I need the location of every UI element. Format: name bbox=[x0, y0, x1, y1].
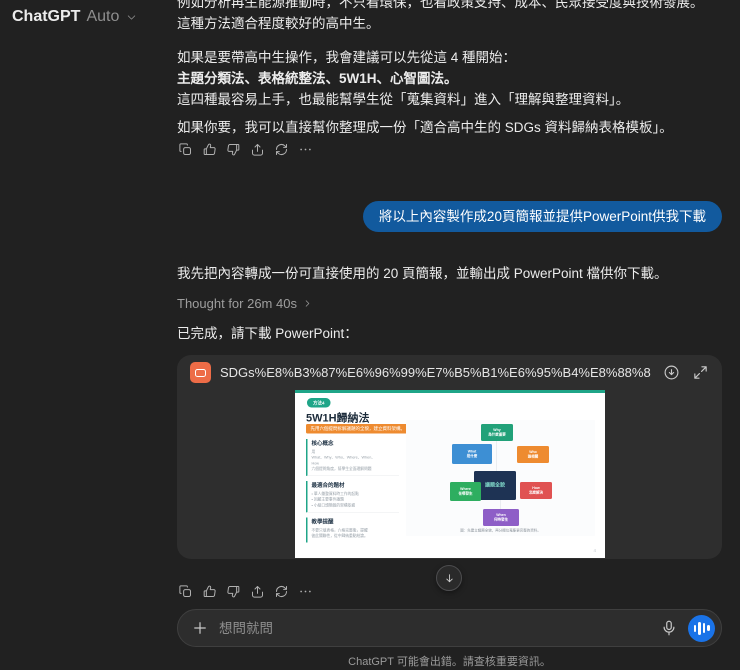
slide-5w1h-diagram: Why 為什麼重要 What 是什麼 Who 誰相關 議題全貌 Where 在哪… bbox=[405, 420, 595, 536]
copy-icon[interactable] bbox=[178, 142, 193, 157]
slide-section: 教學提醒 不要只填表格，六格完整後，提醒 彼此關聯性，從中歸納重點結論。 bbox=[305, 517, 399, 543]
share-icon[interactable] bbox=[250, 584, 265, 599]
message-line: 例如分析再生能源推動時，不只看環保，也看政策支持、成本、民眾接受度與技術發展。 bbox=[177, 0, 704, 10]
diagram-box-who: Who 誰相關 bbox=[516, 446, 549, 463]
thumbs-down-icon[interactable] bbox=[226, 584, 241, 599]
chevron-down-icon bbox=[128, 14, 136, 20]
message-line: 如果你要，我可以直接幫你整理成一份「適合高中生的 SDGs 資料歸納表格模板」。 bbox=[177, 120, 673, 135]
regenerate-icon[interactable] bbox=[274, 142, 289, 157]
thumbs-down-icon[interactable] bbox=[226, 142, 241, 157]
expand-icon[interactable] bbox=[692, 364, 709, 381]
message-line: 這四種最容易上手，也最能幫學生從「蒐集資料」進入「理解與整理資料」。 bbox=[177, 92, 630, 107]
brand-label: ChatGPT bbox=[12, 8, 81, 25]
assistant-message-2-done: 已完成，請下載 PowerPoint： bbox=[177, 323, 722, 344]
message-line-bold: 主題分類法、表格統整法、5W1H、心智圖法。 bbox=[177, 71, 458, 86]
assistant-message-1-p1: 例如分析再生能源推動時，不只看環保，也看政策支持、成本、民眾接受度與技術發展。 … bbox=[177, 0, 722, 34]
scroll-to-bottom-button[interactable] bbox=[436, 565, 462, 591]
regenerate-icon[interactable] bbox=[274, 584, 289, 599]
file-card-header: SDGs%E8%B3%87%E6%96%99%E7%B5%B1%E6%95%B4… bbox=[177, 355, 722, 390]
slide-top-strip bbox=[294, 390, 605, 393]
more-options-icon[interactable] bbox=[298, 142, 313, 157]
slide-section-body: 用 What、Why、Who、Where、When、 How 六個提問角度，幫學… bbox=[311, 449, 375, 471]
slide-section-heading: 最適合的題材 bbox=[311, 482, 344, 489]
slide-left-column: 核心概念 用 What、Why、Who、Where、When、 How 六個提問… bbox=[305, 439, 399, 548]
voice-mode-button[interactable] bbox=[688, 614, 715, 642]
download-icon[interactable] bbox=[663, 364, 680, 381]
share-icon[interactable] bbox=[250, 142, 265, 157]
message-line: 如果是要帶高中生操作，我會建議可以先從這 4 種開始： bbox=[177, 50, 517, 65]
file-name: SDGs%E8%B3%87%E6%96%99%E7%B5%B1%E6%95%B4… bbox=[220, 365, 651, 380]
slide-preview-image[interactable]: 方法4 5W1H歸納法 先用六個提問拆解議題的全貌，建立資料架構。 核心概念 用… bbox=[294, 390, 605, 558]
arrow-down-icon bbox=[445, 573, 453, 582]
diagram-box-where: Where 在哪發生 bbox=[449, 482, 481, 501]
model-switcher[interactable]: ChatGPT Auto bbox=[12, 8, 138, 26]
file-preview-area: 方法4 5W1H歸納法 先用六個提問拆解議題的全貌，建立資料架構。 核心概念 用… bbox=[177, 390, 722, 559]
slide-section-body: 不要只填表格，六格完整後，提醒 彼此關聯性，從中歸納重點結論。 bbox=[311, 527, 368, 538]
thought-duration-toggle[interactable]: Thought for 26m 40s bbox=[177, 296, 313, 311]
diagram-box-why: Why 為什麼重要 bbox=[480, 424, 513, 441]
slide: 方法4 5W1H歸納法 先用六個提問拆解議題的全貌，建立資料架構。 核心概念 用… bbox=[294, 390, 605, 558]
composer-bar bbox=[177, 609, 722, 647]
slide-method-badge: 方法4 bbox=[306, 398, 331, 408]
diagram-box-when: When 何時發生 bbox=[482, 509, 519, 526]
attach-plus-icon[interactable] bbox=[191, 619, 209, 637]
slide-title: 5W1H歸納法 bbox=[305, 411, 370, 425]
thumbs-up-icon[interactable] bbox=[202, 584, 217, 599]
slide-section-heading: 教學提醒 bbox=[311, 518, 333, 525]
slide-section-body: • 單人彙整資料時工作的起點 • 回顧主要事件議題 • 小組口頭簡報的架構依據 bbox=[311, 491, 359, 508]
message-actions-row bbox=[178, 142, 313, 157]
powerpoint-file-icon bbox=[190, 362, 211, 383]
chevron-right-icon bbox=[305, 300, 310, 307]
copy-icon[interactable] bbox=[178, 584, 193, 599]
user-message-bubble: 將以上內容製作成20頁簡報並提供PowerPoint供我下載 bbox=[362, 201, 722, 232]
message-line: 已完成，請下載 PowerPoint： bbox=[177, 326, 358, 341]
assistant-message-2-intro: 我先把內容轉成一份可直接使用的 20 頁簡報，並輸出成 PowerPoint 檔… bbox=[177, 263, 722, 284]
diagram-connector bbox=[496, 441, 497, 472]
thought-duration-label: Thought for 26m 40s bbox=[177, 296, 297, 311]
file-attachment-card: SDGs%E8%B3%87%E6%96%99%E7%B5%B1%E6%95%B4… bbox=[177, 355, 722, 559]
model-label: Auto bbox=[86, 8, 120, 25]
slide-section-heading: 核心概念 bbox=[311, 440, 333, 447]
thumbs-up-icon[interactable] bbox=[202, 142, 217, 157]
microphone-icon[interactable] bbox=[660, 619, 678, 637]
slide-page-number: 4 bbox=[592, 548, 596, 553]
user-message: 將以上內容製作成20頁簡報並提供PowerPoint供我下載 bbox=[362, 201, 722, 232]
more-options-icon[interactable] bbox=[298, 584, 313, 599]
diagram-box-how: How 怎麼解決 bbox=[519, 482, 552, 499]
diagram-box-what: What 是什麼 bbox=[451, 444, 492, 464]
assistant-message-1-p3: 如果你要，我可以直接幫你整理成一份「適合高中生的 SDGs 資料歸納表格模板」。 bbox=[177, 117, 722, 138]
slide-section: 核心概念 用 What、Why、Who、Where、When、 How 六個提問… bbox=[305, 439, 399, 476]
assistant-message-1-p2: 如果是要帶高中生操作，我會建議可以先從這 4 種開始： 主題分類法、表格統整法、… bbox=[177, 47, 722, 110]
message-actions-row bbox=[178, 584, 313, 599]
message-input[interactable] bbox=[219, 620, 650, 636]
slide-section: 最適合的題材 • 單人彙整資料時工作的起點 • 回顧主要事件議題 • 小組口頭簡… bbox=[305, 481, 399, 513]
message-line: 我先把內容轉成一份可直接使用的 20 頁簡報，並輸出成 PowerPoint 檔… bbox=[177, 266, 668, 281]
message-line: 這種方法適合程度較好的高中生。 bbox=[177, 16, 380, 31]
diagram-caption: 圖：先建立議題全貌，再分欄位蒐集更完整的資料。 bbox=[459, 529, 541, 533]
disclaimer-text: ChatGPT 可能會出錯。請查核重要資訊。 bbox=[348, 656, 551, 668]
